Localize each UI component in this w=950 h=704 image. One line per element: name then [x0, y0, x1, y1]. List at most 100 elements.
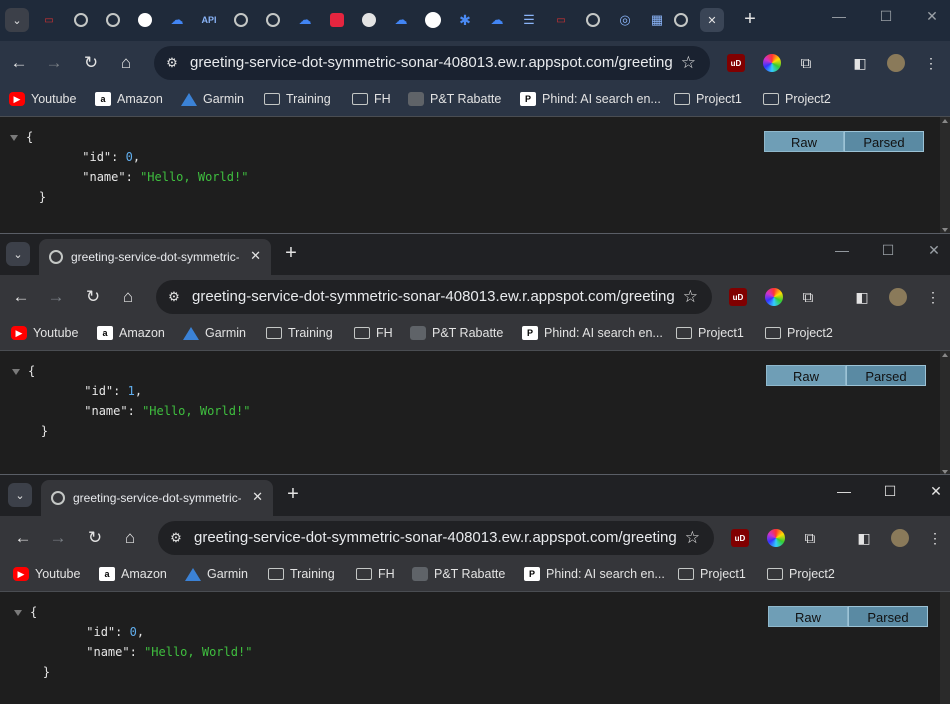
bookmark-training[interactable]: Training — [264, 92, 331, 106]
collapse-triangle-icon[interactable] — [10, 134, 18, 141]
bookmark-youtube[interactable]: ▶ Youtube — [13, 567, 80, 581]
site-info-icon[interactable]: ⚙ — [168, 530, 184, 546]
reload-button[interactable]: ↻ — [79, 51, 103, 75]
avatar[interactable] — [887, 54, 905, 72]
home-button[interactable]: ⌂ — [118, 526, 142, 550]
collapse-triangle-icon[interactable] — [12, 368, 20, 375]
pinned-tab[interactable]: ▭ — [40, 11, 58, 29]
active-tab[interactable]: greeting-service-dot-symmetric-sonar-408… — [39, 239, 271, 275]
pinned-tab[interactable]: ▦ — [648, 11, 666, 29]
new-tab-button[interactable]: + — [282, 484, 304, 506]
new-tab-button[interactable]: + — [739, 9, 761, 31]
avatar[interactable] — [889, 288, 907, 306]
bookmark-project1[interactable]: Project1 — [678, 567, 746, 581]
extensions-icon[interactable]: ⧉ — [797, 54, 815, 72]
close-window-button[interactable]: ✕ — [926, 483, 946, 500]
active-tab-close-button[interactable]: ✕ — [700, 8, 724, 32]
bookmark-pt-rabatte[interactable]: P&T Rabatte — [410, 326, 503, 340]
side-panel-icon[interactable]: ◧ — [855, 529, 873, 547]
extensions-icon[interactable]: ⧉ — [799, 288, 817, 306]
menu-icon[interactable]: ⋮ — [922, 54, 940, 72]
bookmark-training[interactable]: Training — [266, 326, 333, 340]
url-text[interactable]: greeting-service-dot-symmetric-sonar-408… — [192, 288, 675, 305]
raw-button[interactable]: Raw — [768, 606, 848, 627]
home-button[interactable]: ⌂ — [116, 285, 140, 309]
pinned-tab[interactable] — [232, 11, 250, 29]
raw-button[interactable]: Raw — [766, 365, 846, 386]
pinned-tab[interactable] — [672, 11, 690, 29]
avatar[interactable] — [891, 529, 909, 547]
scroll-down-icon[interactable] — [942, 228, 948, 232]
ublock-icon[interactable]: uD — [729, 288, 747, 306]
bookmark-training[interactable]: Training — [268, 567, 335, 581]
tab-search-button[interactable]: ⌄ — [6, 242, 30, 266]
forward-button[interactable]: → — [44, 285, 68, 309]
pinned-tab[interactable]: ☰ — [520, 11, 538, 29]
close-icon[interactable]: ✕ — [250, 248, 261, 264]
bookmark-fh[interactable]: FH — [352, 92, 391, 106]
pinned-tab[interactable] — [264, 11, 282, 29]
scroll-up-icon[interactable] — [942, 119, 948, 123]
pinned-tab[interactable]: ☁ — [296, 11, 314, 29]
color-picker-extension-icon[interactable] — [765, 288, 783, 306]
pinned-tab[interactable] — [584, 11, 602, 29]
bookmark-star-icon[interactable]: ☆ — [685, 528, 700, 548]
ublock-icon[interactable]: uD — [731, 529, 749, 547]
bookmark-project2[interactable]: Project2 — [767, 567, 835, 581]
bookmark-phind[interactable]: P Phind: AI search en... — [520, 92, 661, 106]
scrollbar[interactable] — [940, 592, 950, 704]
home-button[interactable]: ⌂ — [114, 51, 138, 75]
bookmark-amazon[interactable]: a Amazon — [95, 92, 163, 106]
bookmark-youtube[interactable]: ▶ Youtube — [9, 92, 76, 106]
url-text[interactable]: greeting-service-dot-symmetric-sonar-408… — [190, 54, 673, 71]
close-window-button[interactable]: ✕ — [922, 8, 942, 25]
bookmark-garmin[interactable]: Garmin — [183, 326, 246, 340]
address-bar[interactable]: ⚙ greeting-service-dot-symmetric-sonar-4… — [156, 280, 712, 314]
address-bar[interactable]: ⚙ greeting-service-dot-symmetric-sonar-4… — [158, 521, 714, 555]
maximize-button[interactable]: ☐ — [880, 483, 900, 500]
menu-icon[interactable]: ⋮ — [924, 288, 942, 306]
menu-icon[interactable]: ⋮ — [926, 529, 944, 547]
bookmark-project2[interactable]: Project2 — [763, 92, 831, 106]
minimize-button[interactable]: — — [834, 483, 854, 499]
url-text[interactable]: greeting-service-dot-symmetric-sonar-408… — [194, 529, 677, 546]
bookmark-project1[interactable]: Project1 — [674, 92, 742, 106]
pinned-tab[interactable]: ✱ — [456, 11, 474, 29]
pinned-tab[interactable]: ☁ — [168, 11, 186, 29]
site-info-icon[interactable]: ⚙ — [164, 55, 180, 71]
maximize-button[interactable]: ☐ — [878, 242, 898, 259]
collapse-triangle-icon[interactable] — [14, 609, 22, 616]
bookmark-phind[interactable]: P Phind: AI search en... — [522, 326, 663, 340]
bookmark-amazon[interactable]: a Amazon — [97, 326, 165, 340]
pinned-tab[interactable]: ☁ — [392, 11, 410, 29]
side-panel-icon[interactable]: ◧ — [853, 288, 871, 306]
bookmark-garmin[interactable]: Garmin — [185, 567, 248, 581]
pinned-tab[interactable]: ◎ — [616, 11, 634, 29]
pinned-tab[interactable] — [104, 11, 122, 29]
pinned-tab[interactable]: ☁ — [488, 11, 506, 29]
back-button[interactable]: ← — [9, 285, 33, 309]
minimize-button[interactable]: — — [829, 8, 849, 24]
minimize-button[interactable]: — — [832, 242, 852, 258]
pinned-tab[interactable] — [136, 11, 154, 29]
raw-button[interactable]: Raw — [764, 131, 844, 152]
scrollbar[interactable] — [940, 351, 950, 476]
active-tab[interactable]: greeting-service-dot-symmetric-sonar-408… — [41, 480, 273, 516]
reload-button[interactable]: ↻ — [81, 285, 105, 309]
color-picker-extension-icon[interactable] — [767, 529, 785, 547]
parsed-button[interactable]: Parsed — [846, 365, 926, 386]
bookmark-amazon[interactable]: a Amazon — [99, 567, 167, 581]
bookmark-garmin[interactable]: Garmin — [181, 92, 244, 106]
close-window-button[interactable]: ✕ — [924, 242, 944, 259]
site-info-icon[interactable]: ⚙ — [166, 289, 182, 305]
bookmark-phind[interactable]: P Phind: AI search en... — [524, 567, 665, 581]
maximize-button[interactable]: ☐ — [876, 8, 896, 25]
tab-search-button[interactable]: ⌄ — [8, 483, 32, 507]
scrollbar[interactable] — [940, 117, 950, 234]
bookmark-youtube[interactable]: ▶ Youtube — [11, 326, 78, 340]
pinned-tab[interactable] — [424, 11, 442, 29]
bookmark-project2[interactable]: Project2 — [765, 326, 833, 340]
ublock-icon[interactable]: uD — [727, 54, 745, 72]
tab-search-button[interactable]: ⌄ — [5, 8, 29, 32]
bookmark-pt-rabatte[interactable]: P&T Rabatte — [408, 92, 501, 106]
